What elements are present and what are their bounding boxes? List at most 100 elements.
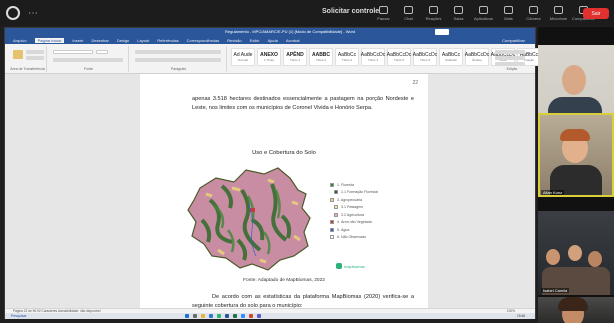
participant-name: Isabel Camila [541,288,570,293]
legend-swatch [330,182,334,187]
style-name: Título 2 [315,58,326,62]
menu-tab[interactable]: Revisão [227,38,241,43]
apps-button[interactable]: Aplicativos [472,3,495,24]
camera-button[interactable]: Câmera [522,3,545,24]
reactions-button[interactable]: Reações [422,3,445,24]
zoom-app-icon[interactable] [241,314,245,318]
legend-swatch [330,227,334,232]
paste-icon[interactable] [13,50,23,59]
microphone-button[interactable]: Microfone [547,3,570,24]
pause-button[interactable]: Pausar [372,3,395,24]
menu-tab[interactable]: Arquivo [13,38,27,43]
windows-start-icon[interactable] [185,314,189,318]
powerpoint-icon[interactable] [249,314,253,318]
style-option[interactable]: APÊND Título 1 [283,48,307,66]
rooms-icon [454,6,463,14]
style-option[interactable]: Ad Aude Normal [231,48,255,66]
legend-swatch [334,190,338,195]
participant-hair [558,297,588,311]
menu-tab[interactable]: Inserir [72,38,83,43]
participant-tile[interactable]: Isabel Camila [538,211,614,295]
more-button[interactable]: Mais [497,3,520,24]
style-name: Subtítulo [445,58,457,62]
font-name-select[interactable] [53,50,93,54]
pause-icon [379,6,388,14]
map-legend: 1. Floresta 1.1 Formação Florestal 3. Agro… [330,181,378,241]
share-button[interactable]: Compartilhar [502,38,525,43]
style-name: Título 1 [289,58,300,62]
word-icon[interactable] [225,314,229,318]
align-buttons[interactable] [135,58,221,62]
task-view-icon[interactable] [193,314,197,318]
chat-button[interactable]: Chat [397,3,420,24]
taskbar-apps [185,314,261,318]
style-option[interactable]: AaBbCcDc Ênfase [465,48,489,66]
font-size-select[interactable] [96,50,108,54]
style-option[interactable]: AaBbCc Título 3 [335,48,359,66]
menu-tab[interactable]: Desenhar [91,38,108,43]
rooms-button[interactable]: Salas [447,3,470,24]
style-option[interactable]: ANEXO 1 Título [257,48,281,66]
legend-label: 4. Área não Vegetada [337,220,372,225]
font-format-buttons[interactable] [53,58,123,62]
apps-label: Aplicativos [473,16,494,21]
style-name: Título 5 [393,58,404,62]
document-page[interactable]: 22 apenas 3.518 hectares destinados esse… [140,74,428,309]
select-button[interactable] [495,62,525,66]
document-area[interactable]: 22 apenas 3.518 hectares destinados esse… [5,74,535,309]
style-name: Ênfase [472,58,482,62]
active-speaker-border [538,113,614,197]
cut-button[interactable] [26,50,44,54]
shared-screen: Regulamento - MPC/AMARC/E-PU (1) [Modo d… [4,27,541,319]
figure-caption: Fonte: Adaptado de MapBiomas, 2022 [243,278,325,283]
taskbar-search[interactable]: Pesquisar [11,314,27,318]
word-menubar: Arquivo Página Inicial Inserir Desenhar Desi… [5,36,535,44]
menu-tab[interactable]: Acrobat [286,38,300,43]
find-button[interactable] [495,50,525,54]
ribbon-group-editing: Edição [491,46,533,72]
menu-tab[interactable]: Ajuda [268,38,278,43]
file-explorer-icon[interactable] [201,314,205,318]
microphone-icon [554,6,563,14]
participant-gallery: Felipe Silva Kunst Alian Kunz Isabel Cam… [538,27,614,323]
word-titlebar: Regulamento - MPC/AMARC/E-PU (1) [Modo d… [5,28,535,36]
menu-tab[interactable]: Layout [137,38,149,43]
zoom-logo-icon [6,6,20,20]
more-dots-icon[interactable]: ⋯ [28,8,38,19]
edge-icon[interactable] [209,314,213,318]
legend-label: 1. Floresta [337,182,354,187]
style-option[interactable]: AaBbCcDc Título 6 [413,48,437,66]
menu-tab[interactable]: Exibir [250,38,260,43]
microphone-label: Microfone [549,16,568,21]
teams-icon[interactable] [257,314,261,318]
legend-swatch [334,205,338,210]
legend-label: 3. Agropecuária [337,197,363,202]
chrome-icon[interactable] [217,314,221,318]
menu-tab[interactable]: Referências [157,38,178,43]
meeting-controls: Pausar Chat Reações Salas Aplicativos Ma… [372,3,595,24]
menu-tab[interactable]: Design [117,38,129,43]
excel-icon[interactable] [233,314,237,318]
copy-button[interactable] [26,56,44,60]
legend-item: 5. Água [330,226,378,234]
style-option[interactable]: AaBbCcDc Título 4 [361,48,385,66]
word-share-chip[interactable] [435,29,449,35]
request-control-button[interactable]: Solicitar controle [322,8,379,15]
menu-tab[interactable]: Correspondências [187,38,219,43]
participant-tile[interactable]: Alian Kunz [538,113,614,197]
participant-tile[interactable] [538,297,614,323]
leave-button[interactable]: Sair [583,8,609,19]
legend-swatch [334,212,338,217]
style-option[interactable]: AaBbCcDc Título 5 [387,48,411,66]
zoom-window: ⋯ Solicitar controle Pausar Chat Reações… [0,0,614,323]
style-option[interactable]: AaBbCc Subtítulo [439,48,463,66]
style-name: Normal [238,58,248,62]
replace-button[interactable] [495,56,525,60]
pause-label: Pausar [377,16,390,21]
participant-face [562,65,586,95]
list-buttons[interactable] [135,50,221,54]
menu-tab[interactable]: Página Inicial [34,37,65,43]
style-option[interactable]: AABBC Título 2 [309,48,333,66]
ribbon-group-label: Área de Transferência [10,67,45,71]
legend-item: 4. Área não Vegetada [330,219,378,227]
